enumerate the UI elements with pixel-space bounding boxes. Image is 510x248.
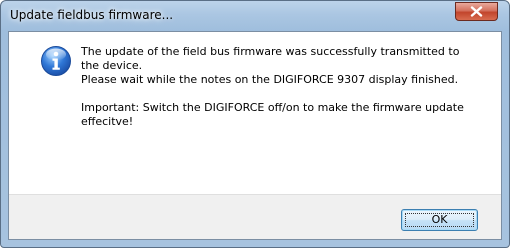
dialog-message: The update of the field bus firmware was… bbox=[81, 45, 481, 129]
info-icon bbox=[41, 46, 71, 76]
title-bar[interactable]: Update fieldbus firmware... bbox=[1, 1, 509, 31]
message-paragraph-1: The update of the field bus firmware was… bbox=[81, 45, 460, 86]
dialog-client-area: The update of the field bus firmware was… bbox=[8, 31, 502, 240]
message-paragraph-2: Important: Switch the DIGIFORCE off/on t… bbox=[81, 101, 464, 128]
dialog-window: Update fieldbus firmware... The update o… bbox=[0, 0, 510, 248]
ok-button-label: OK bbox=[431, 213, 448, 226]
window-title: Update fieldbus firmware... bbox=[10, 8, 174, 22]
ok-button[interactable]: OK bbox=[401, 209, 478, 231]
button-bar: OK bbox=[9, 194, 501, 239]
message-area: The update of the field bus firmware was… bbox=[9, 32, 501, 194]
close-button[interactable] bbox=[455, 2, 498, 21]
close-icon bbox=[470, 6, 483, 17]
